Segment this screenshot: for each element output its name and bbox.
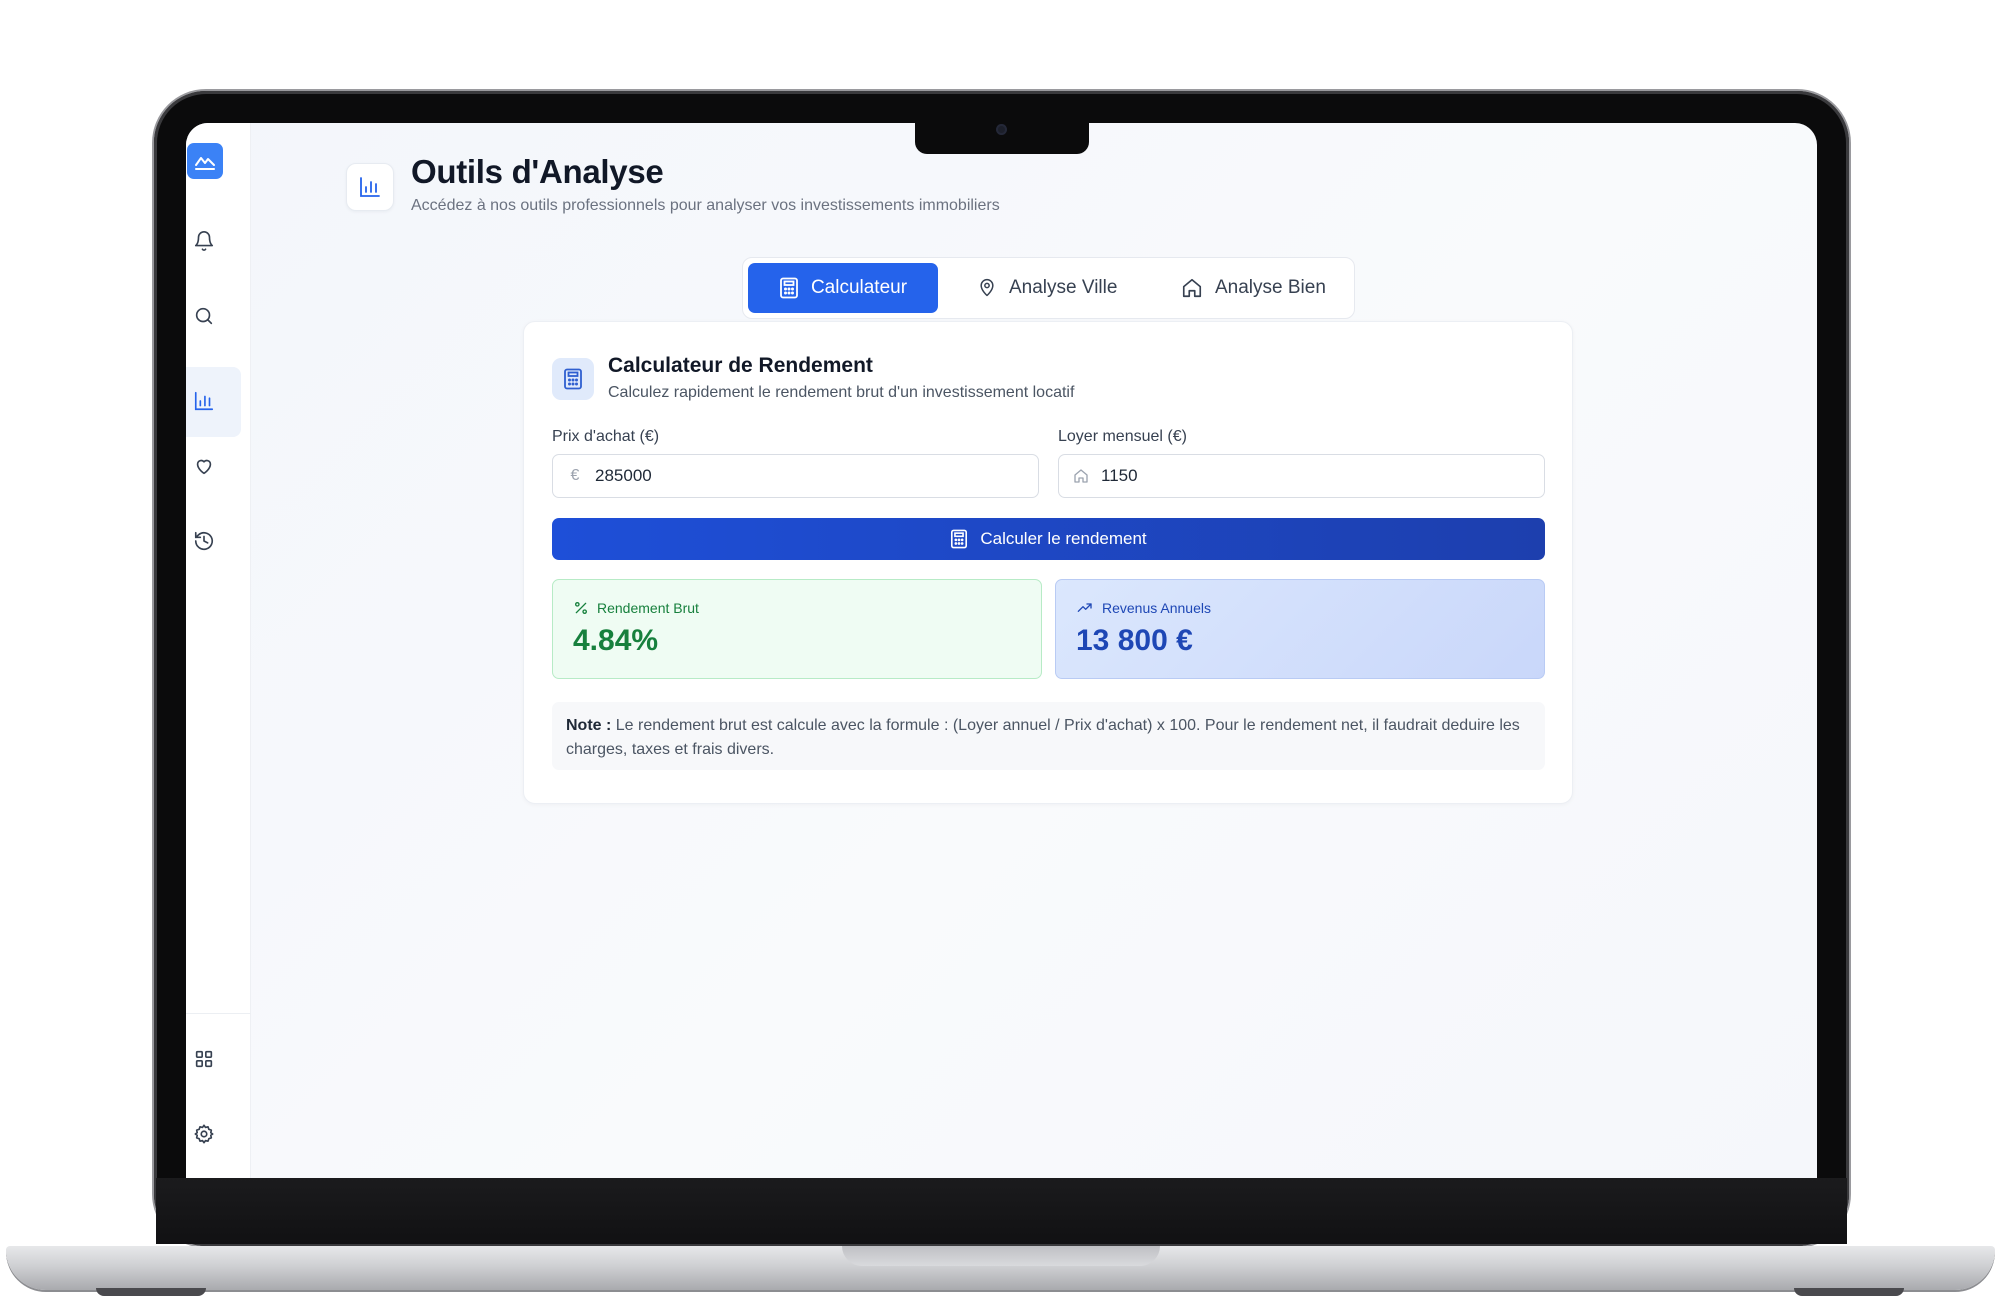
sidebar-item-search[interactable] <box>190 302 218 330</box>
rent-label: Loyer mensuel (€) <box>1058 428 1187 445</box>
sidebar-item-analytics[interactable] <box>190 387 218 415</box>
calculator-icon <box>564 368 582 390</box>
tab-label: Analyse Bien <box>1215 277 1326 298</box>
rent-field[interactable] <box>1058 454 1545 498</box>
home-icon <box>1074 469 1088 483</box>
annual-income-header: Revenus Annuels <box>1076 600 1211 616</box>
tab-analyse-ville[interactable]: Analyse Ville <box>959 263 1135 313</box>
trending-up-icon <box>1077 603 1092 612</box>
page-header-icon-box <box>346 163 394 211</box>
bar-chart-icon <box>360 177 380 197</box>
map-pin-icon <box>980 278 994 297</box>
calculate-button[interactable]: Calculer le rendement <box>552 518 1545 560</box>
calculator-card: Calculateur de Rendement Calculez rapide… <box>523 321 1573 804</box>
sidebar-item-apps[interactable] <box>190 1045 218 1073</box>
calculate-button-label: Calculer le rendement <box>980 529 1147 548</box>
tab-analyse-bien[interactable]: Analyse Bien <box>1163 263 1344 313</box>
bar-chart-icon <box>194 391 214 411</box>
page-title: Outils d'Analyse <box>411 153 664 190</box>
gross-yield-value: 4.84% <box>573 624 659 657</box>
sidebar <box>186 123 251 1178</box>
annual-income-label: Revenus Annuels <box>1102 600 1211 616</box>
gross-yield-label: Rendement Brut <box>597 600 699 616</box>
grid-icon <box>195 1050 213 1068</box>
tab-label: Calculateur <box>810 277 908 298</box>
laptop-foot-left <box>96 1288 206 1296</box>
gross-yield-result: Rendement Brut 4.84% <box>552 579 1042 679</box>
calculator-icon <box>780 277 798 299</box>
app-screen: Outils d'Analyse Accédez à nos outils pr… <box>186 123 1817 1178</box>
euro-icon: € <box>570 467 580 484</box>
sidebar-item-settings[interactable] <box>190 1120 218 1148</box>
gross-yield-header: Rendement Brut <box>573 600 699 616</box>
laptop-foot-right <box>1794 1288 1904 1296</box>
laptop-base-notch <box>842 1246 1160 1266</box>
calculator-icon <box>951 529 968 549</box>
sidebar-divider <box>186 1013 251 1014</box>
bell-icon <box>194 231 214 251</box>
card-subtitle: Calculez rapidement le rendement brut d'… <box>608 384 1075 401</box>
card-icon-box <box>552 358 594 400</box>
page-subtitle: Accédez à nos outils professionnels pour… <box>411 197 1000 214</box>
camera-notch <box>915 121 1089 154</box>
sidebar-item-history[interactable] <box>190 527 218 555</box>
search-icon <box>195 307 213 325</box>
sidebar-item-notifications[interactable] <box>190 227 218 255</box>
rent-input[interactable] <box>1101 466 1501 486</box>
annual-income-value: 13 800 € <box>1076 624 1193 657</box>
tab-calculateur[interactable]: Calculateur <box>748 263 938 313</box>
note-text: Le rendement brut est calcule avec la fo… <box>566 717 1520 758</box>
tab-label: Analyse Ville <box>1009 277 1118 298</box>
gear-icon <box>194 1124 214 1144</box>
sidebar-item-favorites[interactable] <box>190 452 218 480</box>
card-title: Calculateur de Rendement <box>608 354 873 377</box>
heart-icon <box>196 459 212 475</box>
price-label: Prix d'achat (€) <box>552 428 660 445</box>
annual-income-result: Revenus Annuels 13 800 € <box>1055 579 1545 679</box>
history-icon <box>194 531 214 551</box>
laptop-chin <box>156 1178 1847 1244</box>
tab-bar: Calculateur Analyse Ville Analyse Bien <box>742 257 1355 319</box>
price-input[interactable] <box>595 466 995 486</box>
mountain-chart-icon <box>195 157 215 170</box>
note-prefix: Note : <box>566 717 612 734</box>
price-field[interactable]: € <box>552 454 1039 498</box>
app-logo[interactable] <box>187 143 223 179</box>
camera-icon <box>996 124 1007 135</box>
formula-note: Note : Le rendement brut est calcule ave… <box>552 702 1545 770</box>
home-icon <box>1182 278 1202 298</box>
percent-icon <box>575 602 587 614</box>
